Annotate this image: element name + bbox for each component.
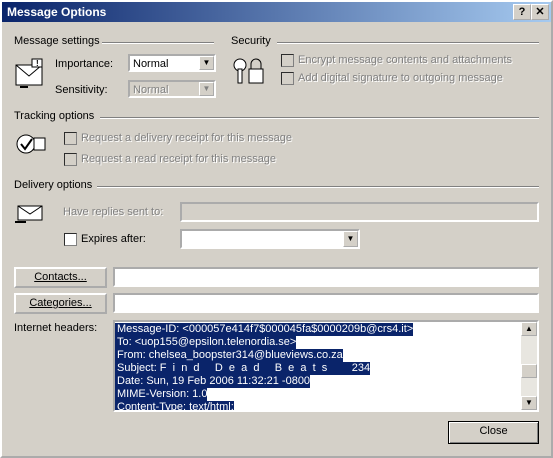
message-settings-heading: Message settings <box>14 35 100 47</box>
sensitivity-label: Sensitivity: <box>55 84 108 96</box>
replies-field[interactable] <box>180 202 539 222</box>
divider <box>100 117 539 119</box>
close-button[interactable]: Close <box>448 421 539 444</box>
header-line: From: chelsea_boopster314@blueviews.co.z… <box>115 349 343 362</box>
categories-button[interactable]: Categories... <box>14 293 107 314</box>
signature-checkbox[interactable] <box>281 72 294 85</box>
vertical-scrollbar[interactable]: ▲ ▼ <box>521 322 537 410</box>
delivery-heading: Delivery options <box>14 179 93 191</box>
categories-field[interactable] <box>113 293 539 313</box>
expires-label: Expires after: <box>81 233 146 245</box>
delivery-envelope-icon <box>14 202 48 226</box>
importance-select[interactable]: Normal ▼ <box>128 54 216 72</box>
tracking-heading: Tracking options <box>14 110 95 122</box>
close-button-label: Close <box>479 425 508 437</box>
tracking-check-icon <box>14 130 48 158</box>
read-receipt-label: Request a read receipt for this message <box>81 153 277 165</box>
importance-label: Importance: <box>55 58 114 70</box>
contacts-button-label: Contacts... <box>34 271 87 283</box>
header-line: Subject: F i n d D e a d B e a t s 234 <box>115 362 371 375</box>
internet-headers-textarea[interactable]: Message-ID: <000057e414f7$000045fa$00002… <box>113 320 539 412</box>
header-line: Message-ID: <000057e414f7$000045fa$00002… <box>115 323 414 336</box>
encrypt-label: Encrypt message contents and attachments <box>298 54 513 66</box>
delivery-receipt-checkbox[interactable] <box>64 132 77 145</box>
scroll-down-arrow-icon[interactable]: ▼ <box>521 396 537 410</box>
sensitivity-select[interactable]: Normal ▼ <box>128 80 216 98</box>
expires-select[interactable]: ▼ <box>180 229 360 249</box>
message-options-dialog: Message Options ? ✕ Message settings ! I… <box>0 0 553 458</box>
help-button[interactable]: ? <box>513 4 531 20</box>
svg-text:!: ! <box>36 59 39 68</box>
scroll-thumb[interactable] <box>521 364 537 378</box>
key-lock-icon <box>232 55 266 87</box>
envelope-flag-icon: ! <box>14 57 48 89</box>
header-line: Date: Sun, 19 Feb 2006 11:32:21 -0800 <box>115 375 311 388</box>
read-receipt-checkbox[interactable] <box>64 153 77 166</box>
signature-label: Add digital signature to outgoing messag… <box>298 72 503 84</box>
header-line: MIME-Version: 1.0 <box>115 388 208 401</box>
delivery-receipt-label: Request a delivery receipt for this mess… <box>81 132 292 144</box>
divider <box>102 42 214 44</box>
chevron-down-icon[interactable]: ▼ <box>199 56 214 70</box>
divider <box>97 186 539 188</box>
contacts-button[interactable]: Contacts... <box>14 267 107 288</box>
replies-label: Have replies sent to: <box>63 206 164 218</box>
divider <box>277 42 539 44</box>
dialog-title: Message Options <box>7 5 107 19</box>
importance-value: Normal <box>133 58 169 70</box>
internet-headers-label: Internet headers: <box>14 322 98 334</box>
title-bar[interactable]: Message Options ? ✕ <box>2 2 551 22</box>
header-line: Content-Type: text/html; <box>115 401 234 412</box>
header-line: To: <uop155@epsilon.telenordia.se> <box>115 336 297 349</box>
security-heading: Security <box>231 35 271 47</box>
expires-checkbox[interactable] <box>64 233 77 246</box>
chevron-down-icon[interactable]: ▼ <box>343 231 358 247</box>
contacts-field[interactable] <box>113 267 539 287</box>
sensitivity-value: Normal <box>133 84 169 96</box>
encrypt-checkbox[interactable] <box>281 54 294 67</box>
chevron-down-icon[interactable]: ▼ <box>199 82 214 96</box>
close-window-button[interactable]: ✕ <box>531 4 549 20</box>
categories-button-label: Categories... <box>29 297 92 309</box>
scroll-up-arrow-icon[interactable]: ▲ <box>521 322 537 336</box>
